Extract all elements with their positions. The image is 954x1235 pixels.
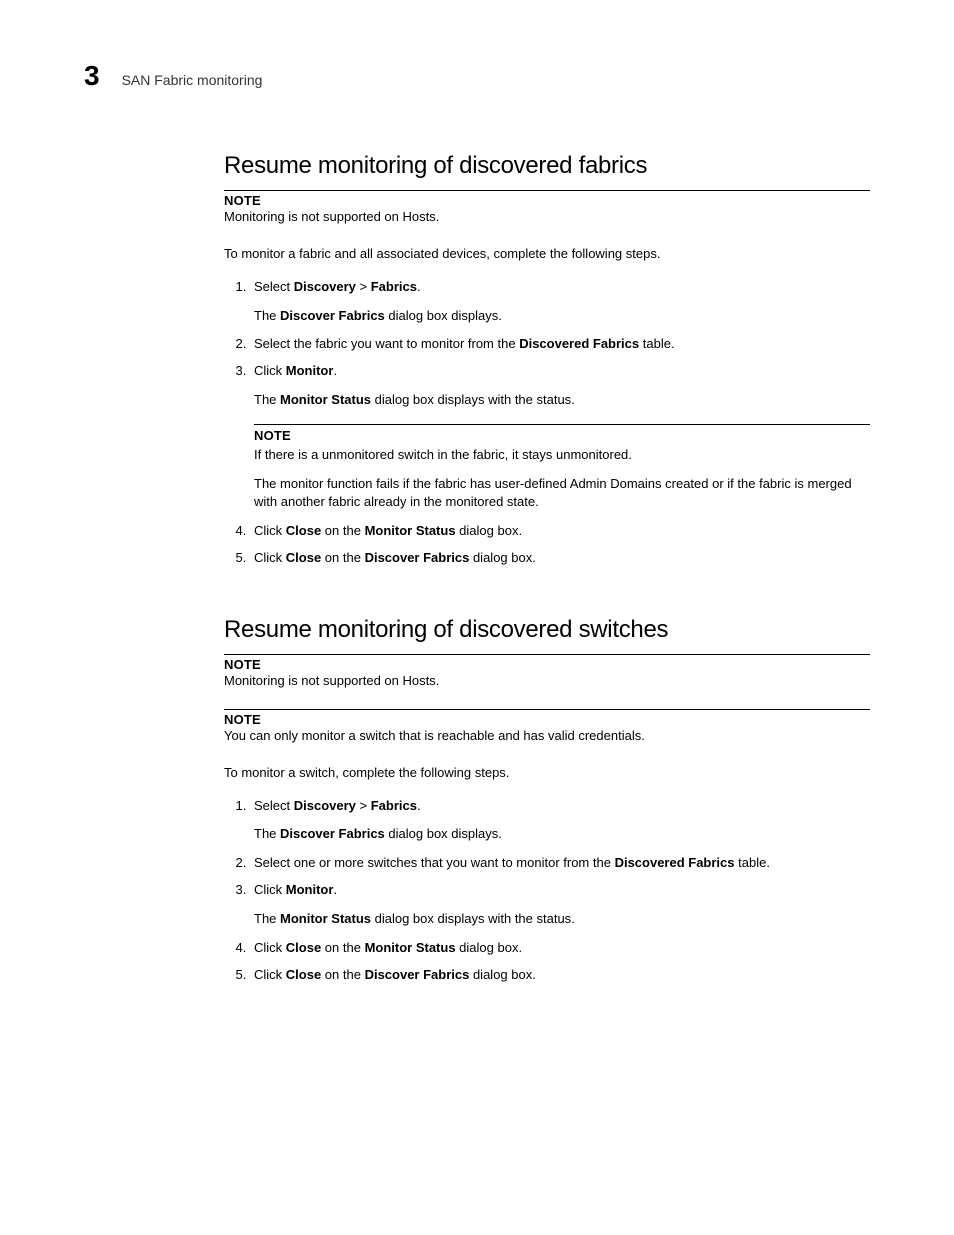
step-item: Click Close on the Discover Fabrics dial… <box>250 966 870 985</box>
step-text: Click Close on the Monitor Status dialog… <box>254 523 522 538</box>
steps-list: Select Discovery > Fabrics. The Discover… <box>224 797 870 985</box>
step-text: Click Monitor. <box>254 882 337 897</box>
running-title: SAN Fabric monitoring <box>122 72 263 88</box>
note-label: NOTE <box>224 193 870 208</box>
step-item: Select Discovery > Fabrics. The Discover… <box>250 797 870 845</box>
note-text: Monitoring is not supported on Hosts. <box>224 208 870 227</box>
note-label: NOTE <box>224 657 870 672</box>
note-text: You can only monitor a switch that is re… <box>224 727 870 746</box>
note-text: If there is a unmonitored switch in the … <box>254 446 870 465</box>
note-text: Monitoring is not supported on Hosts. <box>224 672 870 691</box>
step-text: Select the fabric you want to monitor fr… <box>254 336 675 351</box>
step-body: The Monitor Status dialog box displays w… <box>254 910 870 929</box>
steps-list: Select Discovery > Fabrics. The Discover… <box>224 278 870 568</box>
step-item: Select one or more switches that you wan… <box>250 854 870 873</box>
step-item: Select Discovery > Fabrics. The Discover… <box>250 278 870 326</box>
step-text: Click Close on the Discover Fabrics dial… <box>254 967 536 982</box>
step-item: Click Close on the Monitor Status dialog… <box>250 522 870 541</box>
note-block: NOTE Monitoring is not supported on Host… <box>224 654 870 691</box>
intro-paragraph: To monitor a switch, complete the follow… <box>224 764 870 783</box>
note-label: NOTE <box>224 712 870 727</box>
step-text: Select Discovery > Fabrics. <box>254 279 421 294</box>
step-body: The Discover Fabrics dialog box displays… <box>254 825 870 844</box>
note-block: NOTE Monitoring is not supported on Host… <box>224 190 870 227</box>
step-text: Click Close on the Monitor Status dialog… <box>254 940 522 955</box>
running-header: 3 SAN Fabric monitoring <box>84 60 870 92</box>
step-text: Select one or more switches that you wan… <box>254 855 770 870</box>
note-label: NOTE <box>254 427 870 446</box>
step-body: The Discover Fabrics dialog box displays… <box>254 307 870 326</box>
step-text: Click Monitor. <box>254 363 337 378</box>
step-item: Select the fabric you want to monitor fr… <box>250 335 870 354</box>
section-heading: Resume monitoring of discovered fabrics <box>224 152 870 180</box>
step-text: Click Close on the Discover Fabrics dial… <box>254 550 536 565</box>
main-content: Resume monitoring of discovered fabrics … <box>224 152 870 984</box>
step-item: Click Close on the Monitor Status dialog… <box>250 939 870 958</box>
step-item: Click Monitor. The Monitor Status dialog… <box>250 881 870 929</box>
chapter-number: 3 <box>84 60 100 92</box>
step-body: The monitor function fails if the fabric… <box>254 475 870 513</box>
note-block: NOTE If there is a unmonitored switch in… <box>254 424 870 465</box>
page: 3 SAN Fabric monitoring Resume monitorin… <box>0 0 954 1052</box>
step-item: Click Monitor. The Monitor Status dialog… <box>250 362 870 512</box>
section-heading: Resume monitoring of discovered switches <box>224 616 870 644</box>
step-text: Select Discovery > Fabrics. <box>254 798 421 813</box>
intro-paragraph: To monitor a fabric and all associated d… <box>224 245 870 264</box>
note-block: NOTE You can only monitor a switch that … <box>224 709 870 746</box>
step-item: Click Close on the Discover Fabrics dial… <box>250 549 870 568</box>
step-body: The Monitor Status dialog box displays w… <box>254 391 870 410</box>
